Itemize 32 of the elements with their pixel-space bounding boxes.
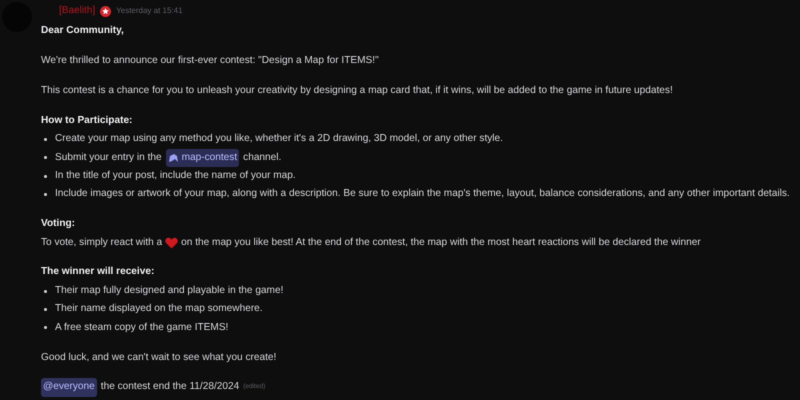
channel-link[interactable]: map-contest xyxy=(166,148,240,167)
bullet-icon xyxy=(44,192,47,196)
star-badge-icon xyxy=(100,6,112,16)
paragraph: This contest is a chance for you to unleash your creativity by designing a map card that, if it wins, will be added to the game in future updates! xyxy=(41,84,674,98)
bullet-icon xyxy=(44,138,47,141)
timestamp: Yesterday at 15:41 xyxy=(116,4,183,17)
paragraph: We're thrilled to announce our first-ever contest: "Design a Map for ITEMS!" xyxy=(41,54,380,68)
paragraph: To vote, simply react with a xyxy=(41,236,162,250)
list-item-text: Include images or artwork of your map, along with a description. Be sure to explain the map's theme, layout, balance considerations, and any other important details. xyxy=(55,187,790,202)
list-item-text: Their name displayed on the map somewhere. xyxy=(55,302,263,316)
bullet-icon xyxy=(44,156,47,160)
mention-link[interactable]: @everyone xyxy=(41,378,97,397)
bullet-icon xyxy=(44,308,47,311)
bullet-icon xyxy=(44,326,47,330)
bullet-icon xyxy=(44,290,47,293)
section-heading: Voting: xyxy=(41,217,76,232)
author-name: [Baelith] xyxy=(59,4,96,18)
list-item-text: channel. xyxy=(243,150,282,165)
greeting: Dear Community, xyxy=(41,24,125,38)
footer-text: the contest end the 11/28/2024 xyxy=(100,380,240,394)
paragraph: Good luck, and we can't wait to see what you create! xyxy=(41,350,278,365)
channel-icon xyxy=(168,152,179,163)
paragraph: on the map you like best! At the end of the contest, the map with the most heart reactions will be declared the winner xyxy=(181,236,701,250)
heart-icon xyxy=(165,236,178,249)
list-item-text: Their map fully designed and playable in the game! xyxy=(55,284,284,298)
bullet-icon xyxy=(44,174,47,178)
section-heading: How to Participate: xyxy=(41,114,134,128)
list-item-text: Submit your entry in the xyxy=(55,150,162,165)
list-item-text: Create your map using any method you like, whether it's a 2D drawing, 3D model, or any other style. xyxy=(55,132,503,146)
section-heading: The winner will receive: xyxy=(41,265,156,280)
list-item-text: A free steam copy of the game ITEMS! xyxy=(55,320,228,335)
list-item-text: In the title of your post, include the name of your map. xyxy=(55,168,296,183)
